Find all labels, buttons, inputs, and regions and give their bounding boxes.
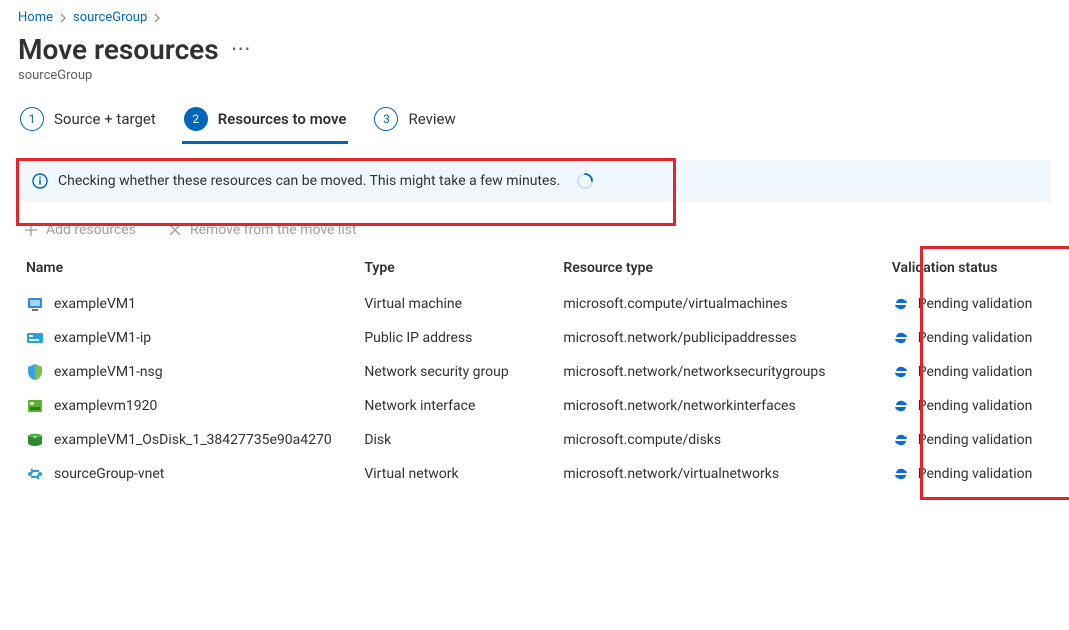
resource-type-label: Network security group (364, 364, 563, 380)
resource-type-id: microsoft.network/publicipaddresses (563, 330, 891, 346)
resource-name: examplevm1920 (54, 398, 157, 414)
page-subtitle: sourceGroup (18, 68, 1051, 83)
resource-name: exampleVM1 (54, 296, 136, 312)
resource-type-id: microsoft.compute/disks (563, 432, 891, 448)
info-banner-text: Checking whether these resources can be … (58, 173, 560, 189)
info-icon (32, 173, 48, 189)
breadcrumb-home[interactable]: Home (18, 10, 53, 25)
nic-icon (26, 397, 44, 415)
col-header-type[interactable]: Type (364, 260, 563, 276)
validation-status: Pending validation (918, 296, 1033, 312)
step-number: 1 (20, 107, 44, 131)
validation-status: Pending validation (918, 432, 1033, 448)
add-resources-label: Add resources (46, 222, 136, 238)
validation-status: Pending validation (918, 398, 1033, 414)
spinner-icon (576, 172, 594, 190)
resource-type-label: Disk (364, 432, 563, 448)
table-row[interactable]: examplevm1920 Network interface microsof… (18, 389, 1051, 423)
info-banner: Checking whether these resources can be … (18, 160, 1051, 202)
step-label: Source + target (54, 110, 156, 128)
col-header-status[interactable]: Validation status (892, 260, 1051, 276)
resource-type-label: Virtual network (364, 466, 563, 482)
table-row[interactable]: exampleVM1-nsg Network security group mi… (18, 355, 1051, 389)
resource-name: exampleVM1-nsg (54, 364, 163, 380)
resource-type-label: Public IP address (364, 330, 563, 346)
remove-from-list-button[interactable]: Remove from the move list (168, 222, 357, 238)
resource-name: exampleVM1_OsDisk_1_38427735e90a4270 (54, 432, 332, 448)
plus-icon (24, 223, 38, 237)
page-title: Move resources (18, 33, 219, 66)
table-row[interactable]: exampleVM1 Virtual machine microsoft.com… (18, 287, 1051, 321)
sync-icon (892, 397, 910, 415)
sync-icon (892, 363, 910, 381)
sync-icon (892, 431, 910, 449)
add-resources-button[interactable]: Add resources (24, 222, 136, 238)
resource-type-id: microsoft.network/networkinterfaces (563, 398, 891, 414)
step-source-target[interactable]: 1 Source + target (18, 101, 158, 144)
resource-type-id: microsoft.network/networksecuritygroups (563, 364, 891, 380)
resource-name: exampleVM1-ip (54, 330, 151, 346)
more-menu-button[interactable]: ⋯ (231, 36, 253, 60)
resource-type-label: Network interface (364, 398, 563, 414)
breadcrumb: Home sourceGroup (18, 10, 1051, 25)
table-header: Name Type Resource type Validation statu… (18, 250, 1051, 287)
resource-type-id: microsoft.compute/virtualmachines (563, 296, 891, 312)
sync-icon (892, 329, 910, 347)
col-header-rtype[interactable]: Resource type (563, 260, 891, 276)
step-number: 2 (184, 107, 208, 131)
vnet-icon (26, 465, 44, 483)
table-row[interactable]: exampleVM1_OsDisk_1_38427735e90a4270 Dis… (18, 423, 1051, 457)
table-row[interactable]: exampleVM1-ip Public IP address microsof… (18, 321, 1051, 355)
remove-from-list-label: Remove from the move list (190, 222, 357, 238)
validation-status: Pending validation (918, 330, 1033, 346)
disk-icon (26, 431, 44, 449)
resource-type-label: Virtual machine (364, 296, 563, 312)
table-row[interactable]: sourceGroup-vnet Virtual network microso… (18, 457, 1051, 491)
chevron-right-icon (153, 14, 161, 22)
close-icon (168, 223, 182, 237)
step-label: Review (408, 110, 455, 128)
sync-icon (892, 295, 910, 313)
validation-status: Pending validation (918, 364, 1033, 380)
col-header-name[interactable]: Name (26, 260, 364, 276)
ip-icon (26, 329, 44, 347)
step-review[interactable]: 3 Review (372, 101, 457, 144)
stepper: 1 Source + target 2 Resources to move 3 … (18, 101, 1051, 144)
validation-status: Pending validation (918, 466, 1033, 482)
step-number: 3 (374, 107, 398, 131)
chevron-right-icon (59, 14, 67, 22)
breadcrumb-sourcegroup[interactable]: sourceGroup (73, 10, 147, 25)
action-bar: Add resources Remove from the move list (18, 220, 1051, 250)
nsg-icon (26, 363, 44, 381)
resource-type-id: microsoft.network/virtualnetworks (563, 466, 891, 482)
resource-name: sourceGroup-vnet (54, 466, 164, 482)
step-label: Resources to move (218, 110, 347, 128)
step-resources-to-move[interactable]: 2 Resources to move (182, 101, 349, 144)
vm-icon (26, 295, 44, 313)
sync-icon (892, 465, 910, 483)
resources-table: Name Type Resource type Validation statu… (18, 250, 1051, 491)
